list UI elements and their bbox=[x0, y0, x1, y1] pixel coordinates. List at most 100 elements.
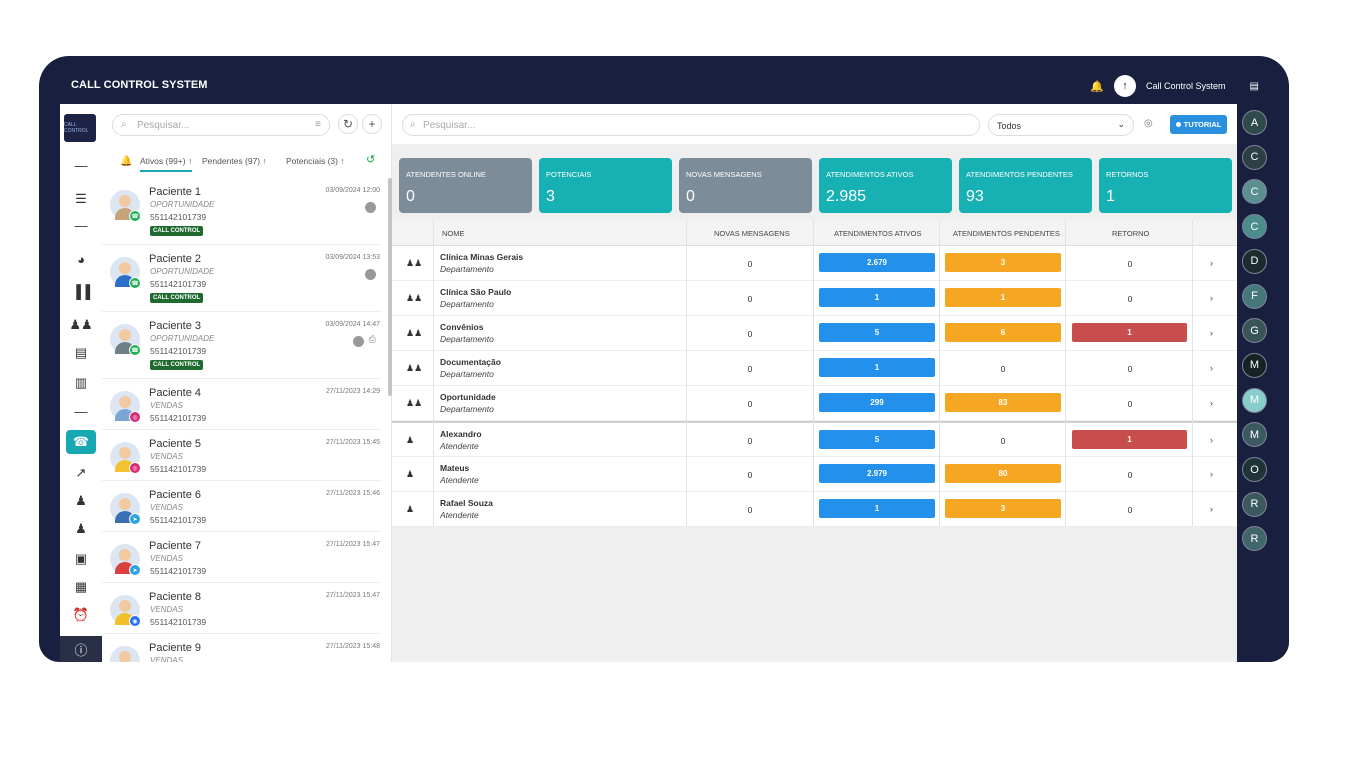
pendentes-pill[interactable]: 80 bbox=[945, 464, 1061, 483]
user-circle[interactable]: D bbox=[1242, 248, 1267, 274]
user-icon: ♟ bbox=[406, 435, 415, 445]
user-circle[interactable]: R bbox=[1242, 491, 1267, 517]
user-name[interactable]: Call Control System bbox=[1146, 81, 1226, 91]
filter-icon[interactable]: ≡ bbox=[315, 119, 321, 130]
columns-icon[interactable]: ▐▐ bbox=[60, 280, 102, 302]
ativos-pill[interactable]: 1 bbox=[819, 288, 935, 307]
chevron-right-icon[interactable]: › bbox=[1210, 398, 1213, 408]
eye-off-icon[interactable]: ◎ bbox=[1144, 118, 1153, 129]
conversation-item[interactable]: ➤ Paciente 7 VENDAS 551142101739 27/11/2023 … bbox=[102, 532, 382, 583]
ativos-pill[interactable]: 5 bbox=[819, 323, 935, 342]
user-circle[interactable]: M bbox=[1242, 387, 1267, 413]
conversation-item[interactable]: ◎ Paciente 4 VENDAS 551142101739 27/11/2023 … bbox=[102, 379, 382, 430]
stat-card[interactable]: ATENDIMENTOS PENDENTES 93 bbox=[959, 158, 1092, 213]
user-circle[interactable]: R bbox=[1242, 526, 1267, 552]
user-circle[interactable]: C bbox=[1242, 179, 1267, 205]
filter-select[interactable]: Todos ⌄ bbox=[988, 114, 1134, 136]
user-circle[interactable]: C bbox=[1242, 144, 1267, 170]
conversation-item[interactable]: ☎ Paciente 2 OPORTUNIDADE 551142101739 CALL … bbox=[102, 245, 382, 312]
retorno-pill[interactable]: 1 bbox=[1072, 430, 1187, 449]
folder-user-icon[interactable]: ▣ bbox=[60, 548, 102, 570]
chevron-right-icon[interactable]: › bbox=[1210, 258, 1213, 268]
main-search-input[interactable]: ⌕ Pesquisar... bbox=[402, 114, 980, 136]
retorno-pill[interactable]: 1 bbox=[1072, 323, 1187, 342]
user-circle[interactable]: A bbox=[1242, 110, 1267, 135]
table-row[interactable]: ♟♟ Convênios Departamento 0 5 6 1 › bbox=[392, 316, 1237, 351]
history-icon[interactable]: ↺ bbox=[366, 153, 375, 166]
pendentes-pill[interactable]: 6 bbox=[945, 323, 1061, 342]
stat-label: ATENDENTES ONLINE bbox=[406, 170, 486, 179]
conversation-item[interactable]: ◎ Paciente 5 VENDAS 551142101739 27/11/2023 … bbox=[102, 430, 382, 481]
stat-card[interactable]: ATENDENTES ONLINE 0 bbox=[399, 158, 532, 213]
user-circle[interactable]: M bbox=[1242, 352, 1267, 378]
table-row[interactable]: ♟♟ Clínica São Paulo Departamento 0 1 1 0 › bbox=[392, 281, 1237, 316]
stat-card[interactable]: POTENCIAIS 3 bbox=[539, 158, 672, 213]
chevron-right-icon[interactable]: › bbox=[1210, 504, 1213, 514]
retorno-value: 0 bbox=[1127, 505, 1133, 515]
table-row[interactable]: ♟ Mateus Atendente 0 2.979 80 0 › bbox=[392, 457, 1237, 492]
table-row[interactable]: ♟ Alexandro Atendente 0 5 0 1 › bbox=[392, 421, 1237, 457]
divider-icon: — bbox=[74, 157, 88, 173]
store-icon[interactable]: ▤ bbox=[60, 342, 102, 364]
chevron-right-icon[interactable]: › bbox=[1210, 363, 1213, 373]
chat-icon[interactable]: ▤ bbox=[1250, 81, 1259, 92]
conversation-name: Paciente 7 bbox=[149, 540, 201, 552]
chevron-right-icon[interactable]: › bbox=[1210, 328, 1213, 338]
conversation-item[interactable]: ◉ Paciente 8 VENDAS 551142101739 27/11/2023 … bbox=[102, 583, 382, 634]
pendentes-pill[interactable]: 3 bbox=[945, 253, 1061, 272]
alarm-icon[interactable]: ⏰ bbox=[60, 604, 102, 626]
table-row[interactable]: ♟♟ Clínica Minas Gerais Departamento 0 2.679… bbox=[392, 246, 1237, 281]
tab-ativos[interactable]: Ativos (99+) ↑ bbox=[140, 156, 193, 172]
pendentes-pill[interactable]: 3 bbox=[945, 499, 1061, 518]
row-type: Departamento bbox=[440, 334, 494, 344]
add-icon[interactable]: + bbox=[362, 114, 382, 134]
contact-card-icon[interactable]: ▦ bbox=[60, 576, 102, 598]
team-icon[interactable]: ♟ bbox=[60, 490, 102, 512]
conversation-search-input[interactable]: ⌕ Pesquisar... ≡ bbox=[112, 114, 330, 136]
stat-card[interactable]: NOVAS MENSAGENS 0 bbox=[679, 158, 812, 213]
chevron-right-icon[interactable]: › bbox=[1210, 293, 1213, 303]
ativos-pill[interactable]: 299 bbox=[819, 393, 935, 412]
pendentes-pill[interactable]: 83 bbox=[945, 393, 1061, 412]
tab-potenciais[interactable]: Potenciais (3) ↑ bbox=[286, 156, 345, 166]
bell-icon[interactable]: 🔔 bbox=[1090, 80, 1104, 93]
user-circle[interactable]: M bbox=[1242, 422, 1267, 448]
stat-card[interactable]: RETORNOS 1 bbox=[1099, 158, 1232, 213]
team-alt-icon[interactable]: ♟ bbox=[60, 518, 102, 540]
user-circle[interactable]: O bbox=[1242, 457, 1267, 482]
conversation-item[interactable]: Paciente 9VENDAS55114210173927/11/2023 1… bbox=[102, 634, 382, 662]
user-circle[interactable]: C bbox=[1242, 214, 1267, 240]
row-type: Departamento bbox=[440, 404, 494, 414]
chevron-right-icon[interactable]: › bbox=[1210, 469, 1213, 479]
chevron-right-icon[interactable]: › bbox=[1210, 435, 1213, 445]
headset-icon[interactable]: ☎ bbox=[66, 430, 96, 454]
table-row[interactable]: ♟♟ Documentação Departamento 0 1 0 0 › bbox=[392, 351, 1237, 386]
users-icon[interactable]: ♟♟ bbox=[60, 314, 102, 336]
ativos-pill[interactable]: 2.679 bbox=[819, 253, 935, 272]
bell-icon[interactable]: 🔔 bbox=[120, 156, 132, 167]
ativos-pill[interactable]: 1 bbox=[819, 358, 935, 377]
user-circle[interactable]: F bbox=[1242, 283, 1267, 309]
trend-icon[interactable]: ↗ bbox=[60, 462, 102, 484]
table-row[interactable]: ♟ Rafael Souza Atendente 0 1 3 0 › bbox=[392, 492, 1237, 527]
tutorial-button[interactable]: TUTORIAL bbox=[1170, 115, 1227, 134]
stat-card[interactable]: ATENDIMENTOS ATIVOS 2.985 bbox=[819, 158, 952, 213]
whatsapp-icon: ☎ bbox=[129, 210, 141, 222]
tab-pendentes[interactable]: Pendentes (97) ↑ bbox=[202, 156, 267, 166]
table-row[interactable]: ♟♟ Oportunidade Departamento 0 299 83 0 › bbox=[392, 386, 1237, 421]
help-icon[interactable]: ⓘ bbox=[60, 636, 102, 662]
conversation-item[interactable]: ☎ Paciente 1 OPORTUNIDADE 551142101739 CALL … bbox=[102, 178, 382, 245]
conversation-item[interactable]: ☎ Paciente 3 OPORTUNIDADE 551142101739 CALL … bbox=[102, 312, 382, 379]
document-icon[interactable]: ▥ bbox=[60, 372, 102, 394]
refresh-icon[interactable]: ↻ bbox=[338, 114, 358, 134]
dot-icon bbox=[1175, 122, 1181, 127]
ativos-pill[interactable]: 2.979 bbox=[819, 464, 935, 483]
pendentes-pill[interactable]: 1 bbox=[945, 288, 1061, 307]
checklist-icon[interactable]: ☰ bbox=[60, 188, 102, 210]
user-avatar[interactable]: ↑ bbox=[1114, 75, 1137, 97]
ativos-pill[interactable]: 1 bbox=[819, 499, 935, 518]
ativos-pill[interactable]: 5 bbox=[819, 430, 935, 449]
conversation-item[interactable]: ➤ Paciente 6 VENDAS 551142101739 27/11/2023 … bbox=[102, 481, 382, 532]
user-circle[interactable]: G bbox=[1242, 318, 1267, 344]
pie-chart-icon[interactable]: ◕ bbox=[60, 248, 102, 270]
